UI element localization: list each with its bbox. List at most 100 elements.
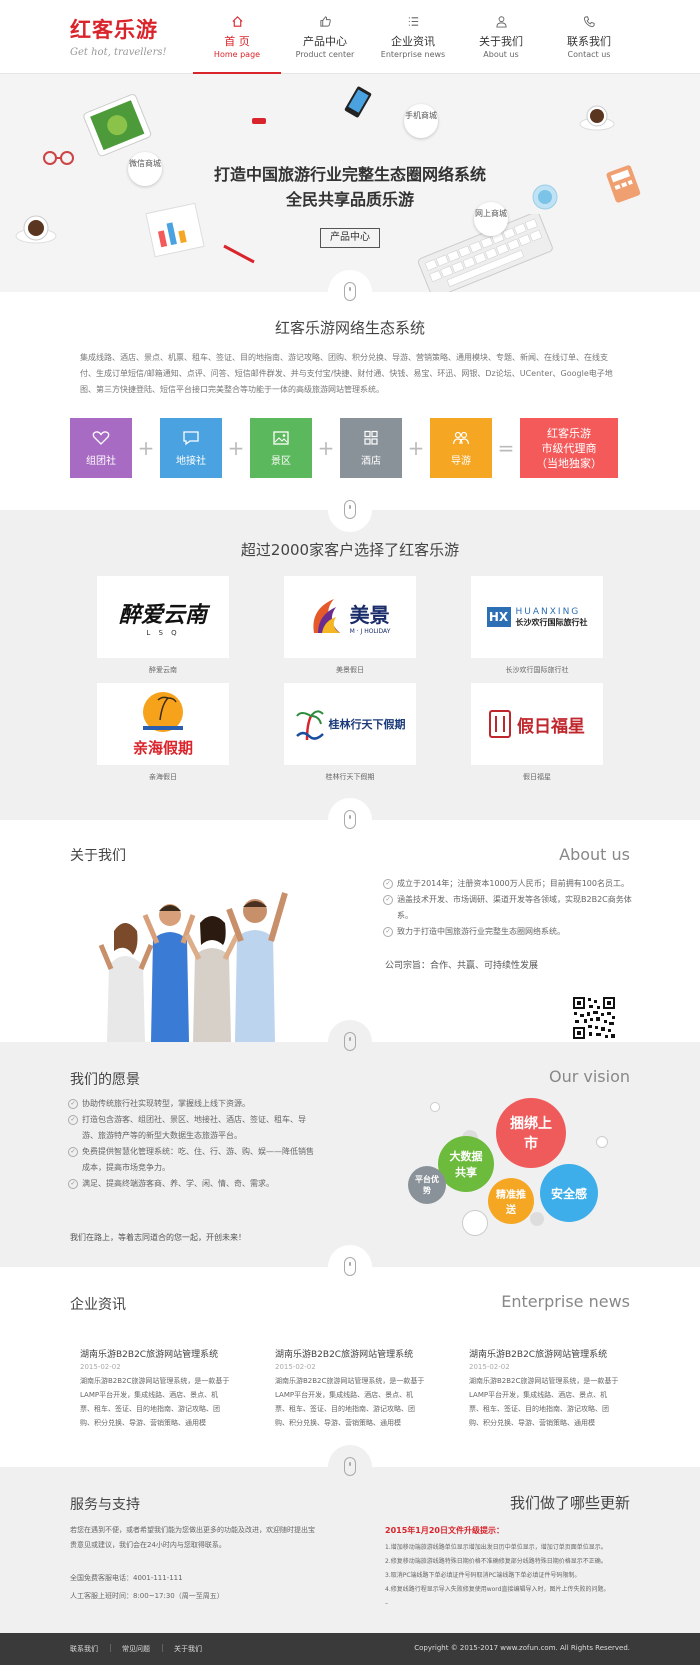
news-item-summary: 湖南乐游B2B2C旅游网站管理系统，是一款基于LAMP平台开发，集成线路、酒店、…	[80, 1377, 230, 1427]
eco-result-line: 红客乐游	[547, 427, 591, 440]
decor-dot	[430, 1102, 440, 1112]
update-item: –	[385, 1600, 388, 1607]
service-hotline: 全国免费客服电话：4001-111-111	[70, 1574, 183, 1582]
eco-box-tour-group[interactable]: 组团社	[70, 418, 132, 478]
news-item-title[interactable]: 湖南乐游B2B2C旅游网站管理系统	[469, 1347, 619, 1360]
eco-result-box[interactable]: 红客乐游 市级代理商 （当地独家）	[520, 418, 618, 478]
scroll-down-icon[interactable]	[328, 1020, 372, 1064]
nav-item-news[interactable]: 企业资讯 Enterprise news	[369, 0, 457, 74]
company-motto: 公司宗旨：合作、共赢、可持续性发展	[385, 961, 539, 971]
update-item: 2.修复移动端旅游线路特殊日期价格不准确修复部分线路特殊日期价格显示不正确。	[385, 1558, 607, 1565]
ecosystem-description: 集成线路、酒店、景点、机票、租车、签证、目的地指南、游记攻略、团购、积分兑换、导…	[80, 353, 613, 394]
news-item[interactable]: 湖南乐游B2B2C旅游网站管理系统 2015-02-02 湖南乐游B2B2C旅游…	[80, 1347, 230, 1430]
scroll-down-icon[interactable]	[328, 1245, 372, 1289]
chat-icon	[160, 430, 222, 452]
client-logo: HX HUANXING 长沙欢行国际旅行社	[471, 576, 603, 658]
banner-line-2: 全民共享品质乐游	[285, 190, 414, 209]
phone-icon	[545, 15, 633, 31]
main-nav: 首 页 Home page 产品中心 Product center 企业资讯 E…	[193, 0, 633, 75]
eco-box-local-agency[interactable]: 地接社	[160, 418, 222, 478]
client-name: 长沙欢行国际旅行社	[505, 666, 569, 674]
user-icon	[457, 15, 545, 31]
eco-box-hotel[interactable]: 酒店	[340, 418, 402, 478]
qr-code[interactable]	[572, 996, 616, 1040]
updates-heading: 2015年1月20日文件升级提示：	[385, 1526, 504, 1535]
footer-link-faq[interactable]: 常见问题	[122, 1644, 150, 1654]
about-point: 致力于打造中国旅游行业完整生态圈网络系统。	[383, 924, 633, 940]
client-logo-sub: L S Q	[146, 629, 180, 637]
nav-sublabel: Product center	[295, 50, 355, 59]
heart-icon	[70, 430, 132, 452]
client-logo: 假日福星	[471, 683, 603, 765]
eco-box-guide[interactable]: 导游	[430, 418, 492, 478]
footer-link-contact[interactable]: 联系我们	[70, 1644, 98, 1654]
plus-icon: +	[137, 436, 155, 460]
people-icon	[430, 430, 492, 452]
footer-divider: |	[161, 1643, 164, 1652]
client-logo-grid: 醉爱云南 L S Q 醉爱云南 美景 M · J HOLIDAY 美景假日 HX…	[97, 576, 604, 790]
about-section: 关于我们 About us 成立于2014年；注册资本1000万人民币；目前拥有…	[0, 798, 700, 1042]
nav-label: 联系我们	[567, 35, 611, 48]
nav-label: 企业资讯	[391, 35, 435, 48]
client-logo: 亲海假期	[97, 683, 229, 765]
pen-illustration	[223, 244, 255, 264]
list-icon	[369, 15, 457, 31]
nav-item-about[interactable]: 关于我们 About us	[457, 0, 545, 74]
client-logo: 美景 M · J HOLIDAY	[284, 576, 416, 658]
banner-line-1: 打造中国旅游行业完整生态圈网络系统	[213, 165, 486, 184]
news-item[interactable]: 湖南乐游B2B2C旅游网站管理系统 2015-02-02 湖南乐游B2B2C旅游…	[469, 1347, 619, 1430]
client-card[interactable]: 醉爱云南 L S Q 醉爱云南	[97, 576, 229, 677]
client-name: 假日福星	[523, 773, 551, 781]
vision-bubble-precise-push: 精准推送	[488, 1178, 534, 1224]
nav-item-contact[interactable]: 联系我们 Contact us	[545, 0, 633, 74]
client-card[interactable]: 美景 M · J HOLIDAY 美景假日	[284, 576, 416, 677]
scroll-down-icon[interactable]	[328, 798, 372, 842]
client-name: 亲海假日	[149, 773, 177, 781]
copyright: Copyright © 2015-2017 www.zofun.com. All…	[414, 1644, 630, 1652]
client-logo-text: 桂林行天下假期	[328, 718, 406, 731]
news-item[interactable]: 湖南乐游B2B2C旅游网站管理系统 2015-02-02 湖南乐游B2B2C旅游…	[275, 1347, 425, 1430]
news-item-summary: 湖南乐游B2B2C旅游网站管理系统，是一款基于LAMP平台开发，集成线路、酒店、…	[275, 1377, 425, 1427]
nav-item-products[interactable]: 产品中心 Product center	[281, 0, 369, 74]
eco-box-scenic[interactable]: 景区	[250, 418, 312, 478]
nav-item-home[interactable]: 首 页 Home page	[193, 0, 281, 75]
client-logo-text: HUANXING	[515, 606, 581, 617]
equals-icon: =	[497, 436, 515, 460]
client-name: 美景假日	[336, 666, 364, 674]
news-item-summary: 湖南乐游B2B2C旅游网站管理系统，是一款基于LAMP平台开发，集成线路、酒店、…	[469, 1377, 619, 1427]
client-card[interactable]: 假日福星 假日福星	[471, 683, 603, 784]
vision-title: 我们的愿景	[70, 1072, 140, 1088]
vision-bubble-listing: 捆绑上市	[496, 1098, 566, 1168]
client-logo-sub: 长沙欢行国际旅行社	[515, 617, 588, 627]
news-item-date: 2015-02-02	[80, 1363, 121, 1371]
client-card[interactable]: HX HUANXING 长沙欢行国际旅行社 长沙欢行国际旅行社	[471, 576, 603, 677]
client-card[interactable]: 桂林行天下假期 桂林行天下假期	[284, 683, 416, 784]
scroll-down-icon[interactable]	[328, 1445, 372, 1489]
eco-box-label: 景区	[271, 456, 291, 467]
scroll-down-icon[interactable]	[328, 488, 372, 532]
grid-icon	[340, 430, 402, 452]
client-logo-sub: M · J HOLIDAY	[349, 628, 391, 635]
service-intro: 若您在遇到不便，或者希望我们能为您做出更多的功能及改进，欢迎随时提出宝贵意见或建…	[70, 1526, 315, 1549]
usb-illustration	[252, 118, 266, 124]
about-point: 涵盖技术开发、市场调研、渠道开发等各领域，实现B2B2C商务体系。	[383, 892, 633, 924]
news-item-title[interactable]: 湖南乐游B2B2C旅游网站管理系统	[80, 1347, 230, 1360]
about-title-en: About us	[559, 845, 630, 864]
nav-sublabel: Contact us	[567, 50, 611, 59]
vision-point: 打造包含游客、组团社、景区、地接社、酒店、签证、租车、导游、旅游特产等的新型大数…	[68, 1112, 318, 1144]
footer-link-about[interactable]: 关于我们	[174, 1644, 202, 1654]
logo[interactable]: 红客乐游 Get hot, travellers!	[70, 14, 167, 58]
scroll-down-icon[interactable]	[328, 270, 372, 314]
home-icon	[193, 15, 281, 31]
update-item: 3.取消PC端线路下单必填证件号码取消PC端线路下单必填证件号码限制。	[385, 1572, 581, 1579]
eco-box-label: 地接社	[176, 456, 206, 467]
mobile-mall-bubble: 手机商城	[404, 104, 438, 138]
news-item-date: 2015-02-02	[275, 1363, 316, 1371]
eco-box-label: 导游	[451, 456, 471, 467]
client-card[interactable]: 亲海假期 亲海假日	[97, 683, 229, 784]
about-title: 关于我们	[70, 848, 126, 864]
news-item-title[interactable]: 湖南乐游B2B2C旅游网站管理系统	[275, 1347, 425, 1360]
ecosystem-section: 红客乐游网络生态系统 集成线路、酒店、景点、机票、租车、签证、目的地指南、游记攻…	[0, 270, 700, 510]
product-center-button[interactable]: 产品中心	[320, 228, 380, 248]
nav-label: 产品中心	[303, 35, 347, 48]
